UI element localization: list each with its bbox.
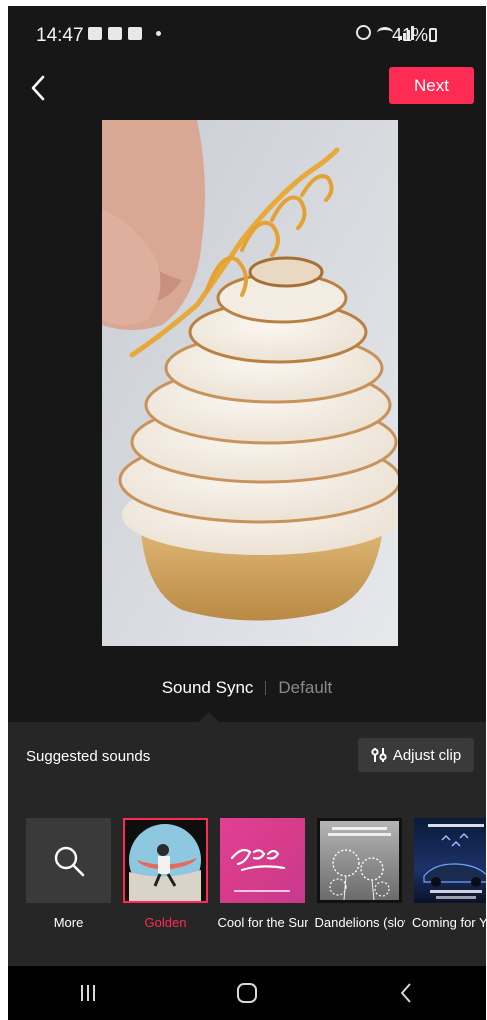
recent-apps-button[interactable] xyxy=(58,973,118,1013)
album-art-image xyxy=(230,848,290,892)
mode-tabs: Sound Sync Default xyxy=(8,676,486,700)
sound-item-cool-for-the-summer[interactable]: Cool for the Summer xyxy=(217,818,308,938)
sound-item-dandelions[interactable]: Dandelions (slowed + reverb) xyxy=(314,818,405,938)
alarm-icon xyxy=(356,25,371,40)
battery-icon xyxy=(429,28,437,42)
suggested-sounds-list[interactable]: More Golden Cool for the Su Dandelions (… xyxy=(26,818,486,938)
system-back-button[interactable] xyxy=(376,973,436,1013)
back-arrow-icon xyxy=(401,983,412,1003)
home-button[interactable] xyxy=(217,973,277,1013)
tab-pointer xyxy=(199,712,219,722)
golden-album-art[interactable] xyxy=(123,818,208,903)
sound-label: Cool for the Summer xyxy=(217,915,308,930)
sound-label: Golden xyxy=(144,915,187,930)
wifi-icon xyxy=(377,26,393,39)
status-bar: 14:47 41% xyxy=(8,6,486,62)
adjust-clip-button[interactable]: Adjust clip xyxy=(358,738,474,772)
tab-divider xyxy=(265,681,267,695)
more-notifications-icon xyxy=(156,31,161,36)
sound-label: Dandelions (slowed + reverb) xyxy=(314,915,405,930)
tab-sound-sync[interactable]: Sound Sync xyxy=(162,678,254,698)
tab-default[interactable]: Default xyxy=(278,678,332,698)
search-icon xyxy=(54,846,84,876)
sliders-icon xyxy=(371,748,387,762)
album-art-image xyxy=(125,820,206,901)
battery-percent: 41% xyxy=(391,25,428,45)
status-time: 14:47 xyxy=(36,25,84,46)
adjust-clip-label: Adjust clip xyxy=(392,746,462,764)
sound-label: Coming for You xyxy=(412,915,486,930)
sound-item-more[interactable]: More xyxy=(26,818,111,938)
sound-label: More xyxy=(53,915,84,930)
phone-screen: 14:47 41% Next Sound Sync Default Sugges… xyxy=(8,6,486,1020)
cool-for-the-summer-album-art[interactable] xyxy=(220,818,305,903)
album-art-image xyxy=(423,824,486,899)
dandelions-album-art[interactable] xyxy=(317,818,402,903)
chevron-left-icon xyxy=(31,75,45,101)
system-nav-bar xyxy=(8,966,486,1020)
video-preview[interactable] xyxy=(102,120,398,646)
home-icon xyxy=(236,983,257,1003)
next-button[interactable]: Next xyxy=(389,67,474,104)
message-notification-icon xyxy=(128,27,142,40)
coming-for-you-album-art[interactable] xyxy=(414,818,486,903)
notification-icons xyxy=(88,27,161,40)
video-frame-image xyxy=(102,120,398,646)
calendar-notification-icon xyxy=(108,27,122,40)
more-thumbnail[interactable] xyxy=(26,818,111,903)
sound-item-golden[interactable]: Golden xyxy=(123,818,208,938)
panel-title: Suggested sounds xyxy=(26,748,151,765)
back-button[interactable] xyxy=(26,74,50,102)
sound-item-coming-for-you[interactable]: Coming for You xyxy=(412,818,486,938)
sounds-panel: Suggested sounds Adjust clip More Golden… xyxy=(8,722,486,966)
recent-apps-icon xyxy=(80,985,95,1001)
gallery-notification-icon xyxy=(88,27,102,40)
album-art-image xyxy=(328,827,391,900)
